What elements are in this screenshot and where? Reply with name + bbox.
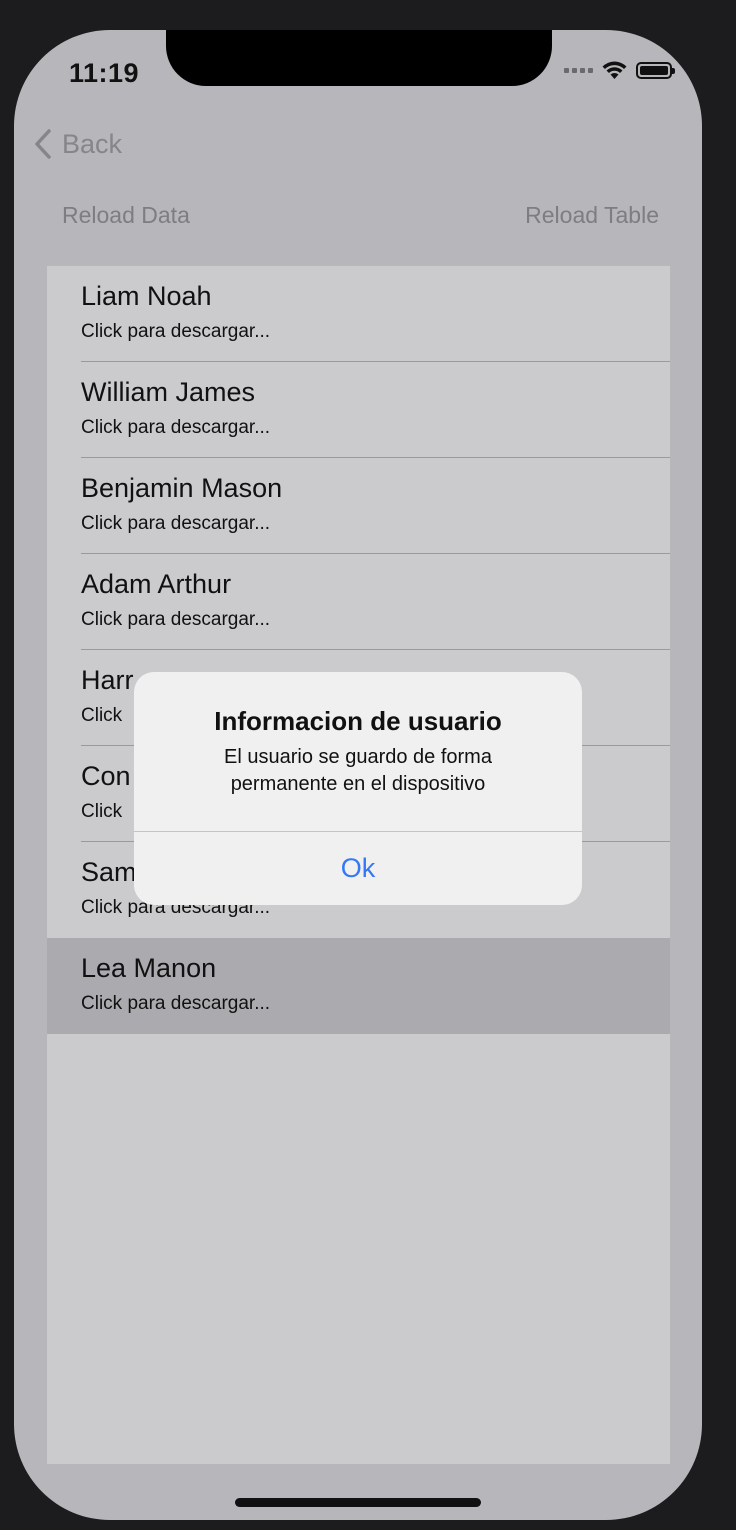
alert-message: El usuario se guardo de forma permanente… xyxy=(224,746,492,795)
table-row-selected[interactable]: Lea Manon Click para descargar... xyxy=(47,938,670,1034)
reload-table-button[interactable]: Reload Table xyxy=(525,202,659,229)
back-label: Back xyxy=(62,128,123,159)
notch xyxy=(166,30,552,86)
status-icons xyxy=(564,60,675,80)
status-time: 11:19 xyxy=(69,58,140,88)
table-row[interactable]: Benjamin Mason Click para descargar... xyxy=(47,458,670,554)
row-title: Benjamin Mason xyxy=(81,473,283,503)
signal-icon xyxy=(564,67,593,73)
back-button[interactable]: Back xyxy=(34,128,122,160)
table-row[interactable]: Liam Noah Click para descargar... xyxy=(47,266,670,362)
row-title: Liam Noah xyxy=(81,281,212,311)
row-subtitle: Click para descargar... xyxy=(81,417,271,438)
table-row[interactable]: William James Click para descargar... xyxy=(47,362,670,458)
row-title: Lea Manon xyxy=(81,953,217,983)
row-title: Adam Arthur xyxy=(81,569,232,599)
row-title: Harr xyxy=(81,665,134,695)
row-subtitle: Click xyxy=(81,705,123,726)
row-title: William James xyxy=(81,377,256,407)
row-subtitle: Click para descargar... xyxy=(81,609,271,630)
home-indicator[interactable] xyxy=(235,1498,481,1507)
row-subtitle: Click para descargar... xyxy=(81,321,271,342)
screen: 11:19 Back Reload Data Reload Table Liam… xyxy=(14,30,702,1520)
table-row[interactable]: Adam Arthur Click para descargar... xyxy=(47,554,670,650)
wifi-icon xyxy=(602,61,627,79)
alert-dialog: Informacion de usuario El usuario se gua… xyxy=(134,672,582,905)
chevron-left-icon xyxy=(35,129,51,159)
battery-icon xyxy=(636,61,675,79)
row-subtitle: Click para descargar... xyxy=(81,993,271,1014)
row-title: Sam xyxy=(81,857,137,887)
row-subtitle: Click para descargar... xyxy=(81,513,271,534)
reload-data-button[interactable]: Reload Data xyxy=(62,202,190,229)
row-subtitle: Click xyxy=(81,801,123,822)
ok-button[interactable]: Ok xyxy=(134,832,582,905)
row-title: Con xyxy=(81,761,131,791)
alert-title: Informacion de usuario xyxy=(214,706,502,736)
